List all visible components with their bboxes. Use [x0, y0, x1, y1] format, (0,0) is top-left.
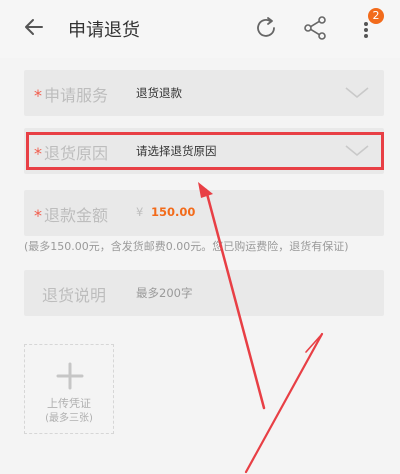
- note-placeholder: 最多200字: [136, 286, 193, 300]
- header-bar: 申请退货 2: [0, 0, 400, 58]
- required-star: *: [34, 144, 42, 163]
- back-arrow-icon[interactable]: [22, 14, 48, 40]
- chevron-down-icon: [345, 87, 369, 99]
- upload-limit: (最多三张): [45, 413, 93, 424]
- required-star: *: [34, 86, 42, 105]
- refund-hint: (最多150.00元，含发货邮费0.00元。您已购运费险，退货有保证): [24, 240, 349, 253]
- reason-placeholder: 请选择退货原因: [136, 144, 217, 158]
- amount-label: * 退款金额: [34, 206, 109, 225]
- service-value: 退货退款: [136, 86, 182, 100]
- amount-number: 150.00: [150, 205, 196, 219]
- note-label: 退货说明: [42, 286, 107, 305]
- refund-amount-field[interactable]: * 退款金额 ¥ 150.00: [24, 190, 384, 236]
- upload-proof-button[interactable]: 上传凭证 (最多三张): [24, 344, 114, 434]
- required-star: *: [34, 206, 42, 225]
- chevron-down-icon: [345, 145, 369, 157]
- reason-select[interactable]: * 退货原因 请选择退货原因: [24, 128, 384, 174]
- reason-label: * 退货原因: [34, 144, 109, 163]
- service-label: * 申请服务: [34, 86, 109, 105]
- amount-value: ¥ 150.00: [136, 205, 195, 219]
- share-icon[interactable]: [302, 14, 328, 42]
- currency-symbol: ¥: [136, 205, 144, 219]
- notification-badge: 2: [368, 8, 384, 24]
- service-select[interactable]: * 申请服务 退货退款: [24, 70, 384, 116]
- plus-icon: [56, 362, 84, 390]
- page-title: 申请退货: [68, 20, 140, 41]
- return-note-field[interactable]: 退货说明 最多200字: [24, 270, 384, 316]
- refresh-icon[interactable]: [252, 14, 280, 42]
